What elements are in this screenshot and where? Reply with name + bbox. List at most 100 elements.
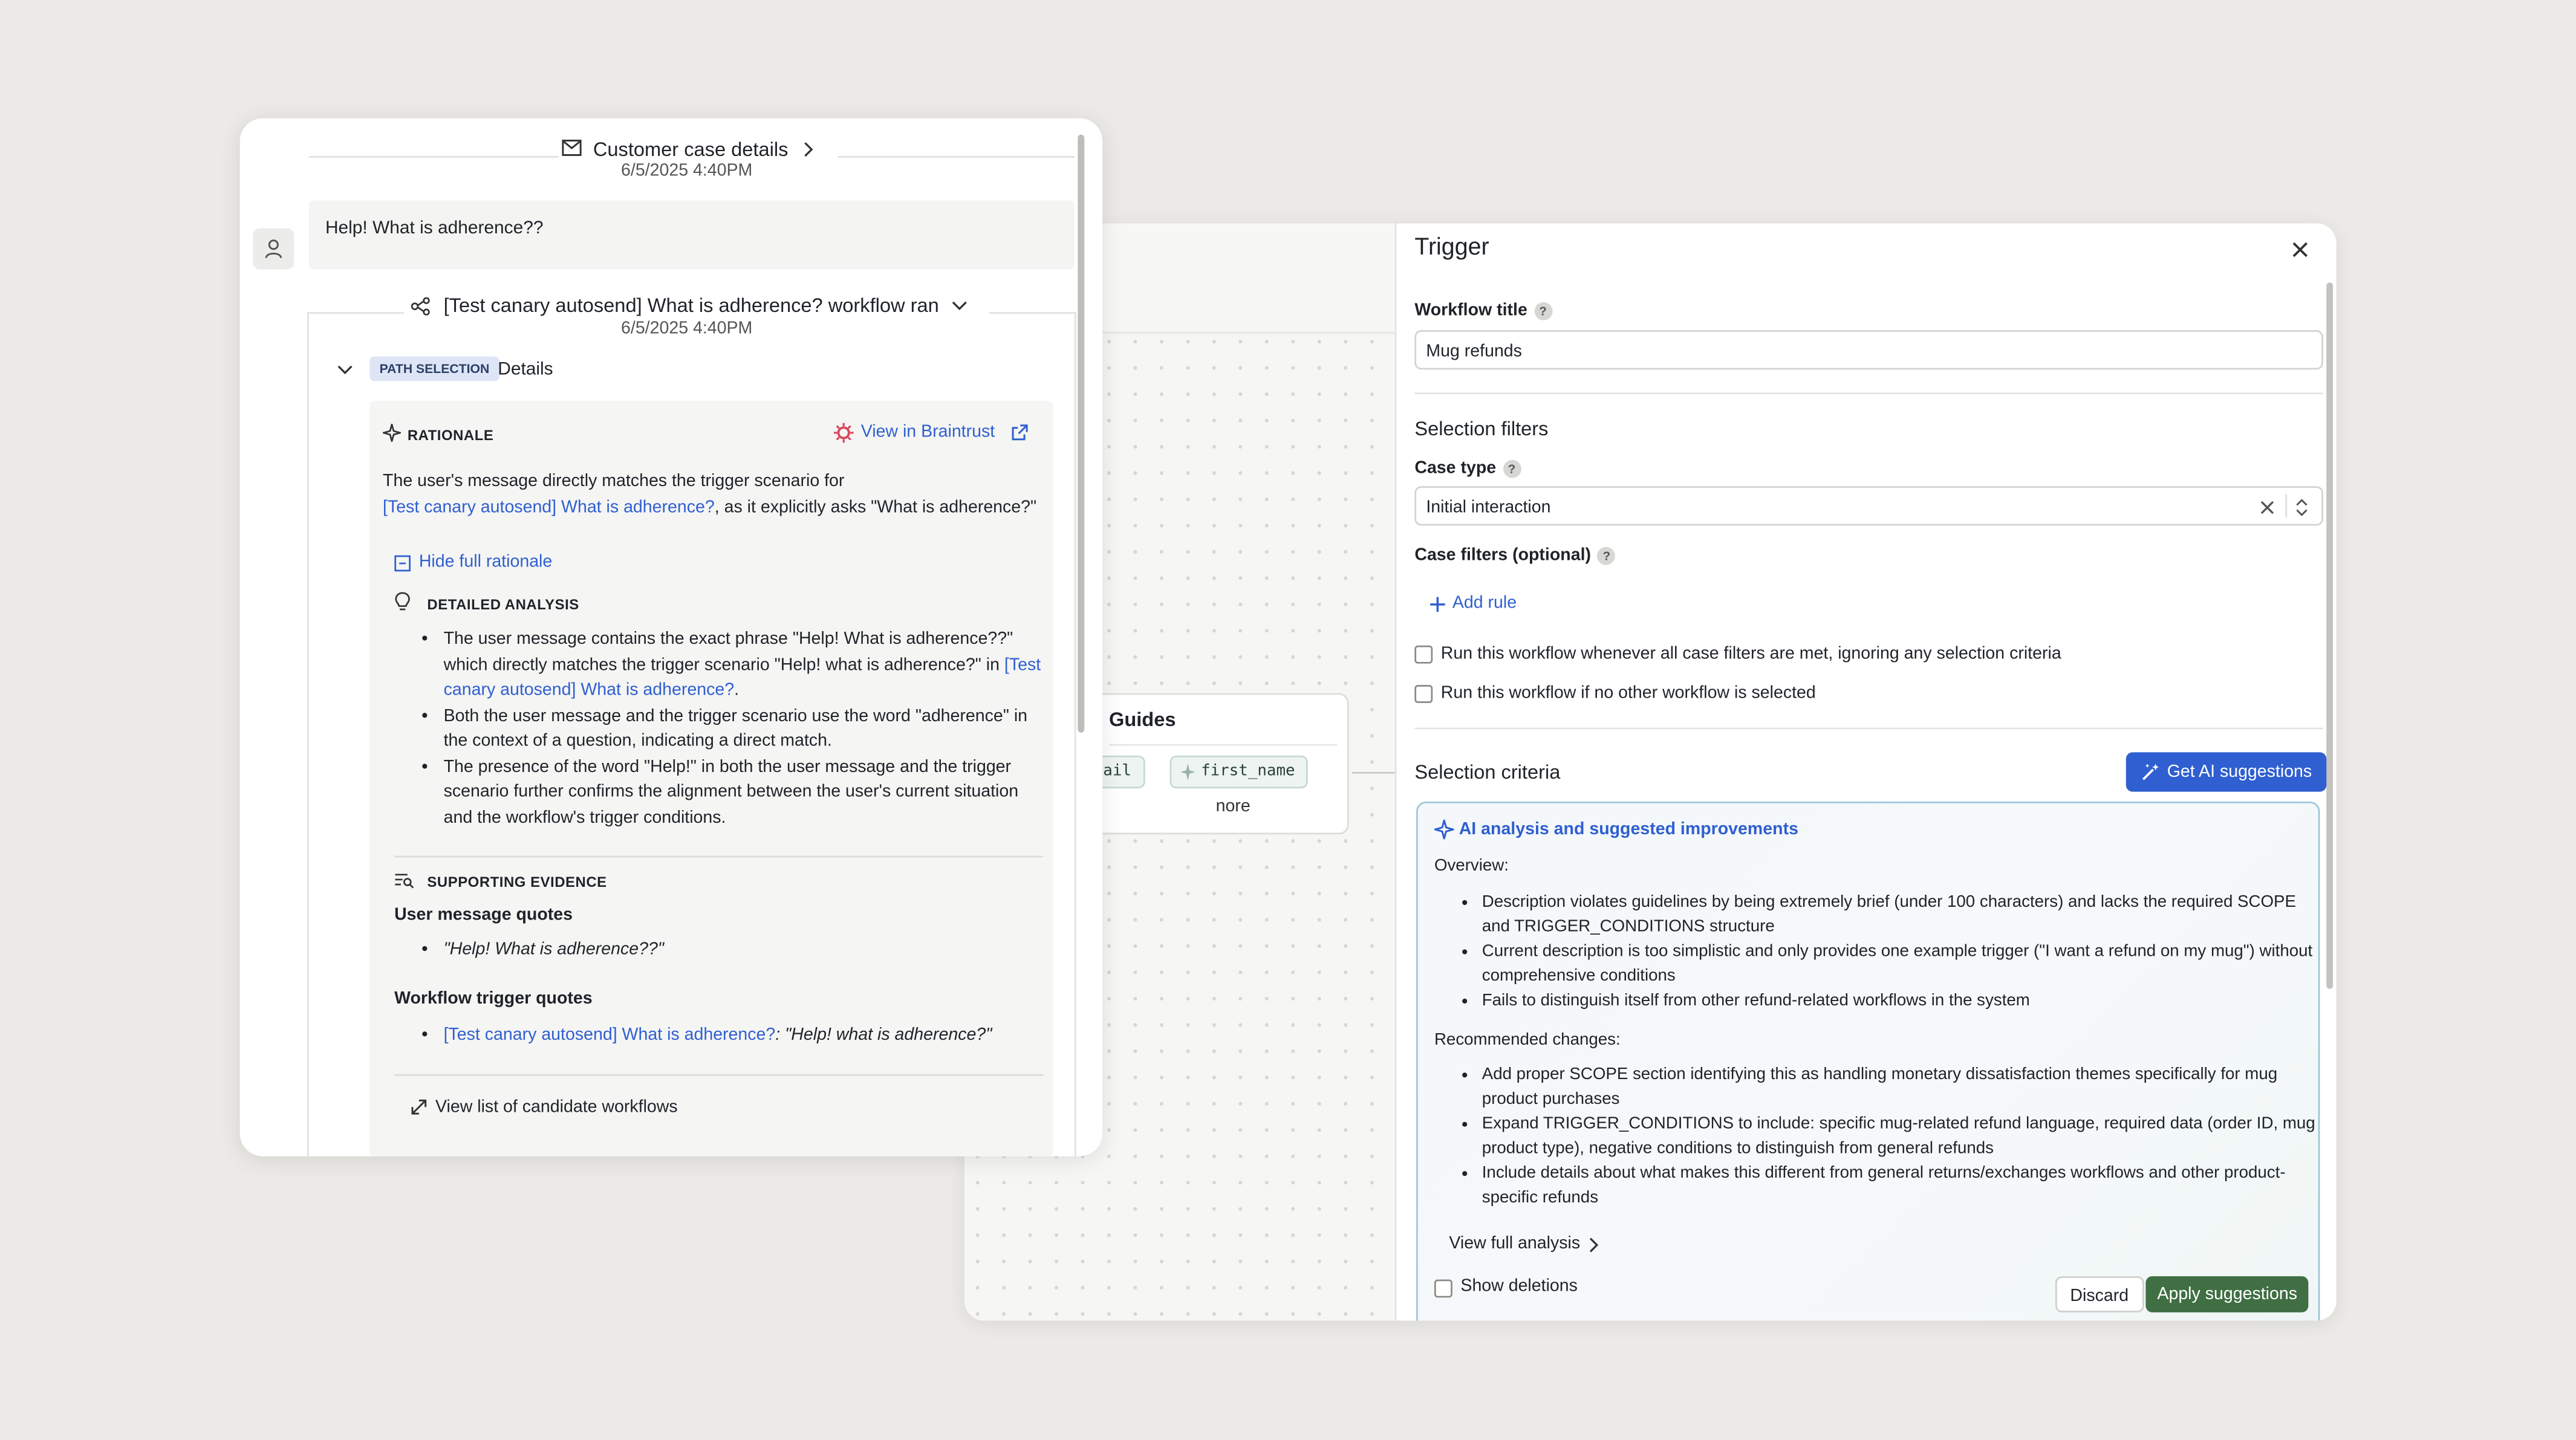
recommended-label: Recommended changes: bbox=[1434, 1031, 1621, 1050]
external-link-icon bbox=[1010, 424, 1029, 442]
list-item: Expand TRIGGER_CONDITIONS to include: sp… bbox=[1482, 1112, 2323, 1161]
rationale-text: The user's message directly matches the … bbox=[383, 468, 1043, 521]
add-rule-label: Add rule bbox=[1452, 592, 1517, 613]
rationale-text-2: , as it explicitly asks "What is adheren… bbox=[714, 498, 1037, 517]
rationale-text-1: The user's message directly matches the … bbox=[383, 471, 845, 491]
case-header-link[interactable]: Customer case details bbox=[558, 138, 838, 164]
selection-filters-heading: Selection filters bbox=[1414, 417, 1549, 441]
workflow-quotes-list: [Test canary autosend] What is adherence… bbox=[417, 1023, 1052, 1049]
hide-rationale-link[interactable]: Hide full rationale bbox=[419, 552, 552, 572]
checkbox-ignore-criteria[interactable] bbox=[1414, 645, 1433, 664]
help-icon[interactable]: ? bbox=[1502, 459, 1521, 478]
guides-more-link[interactable]: nore bbox=[1216, 797, 1251, 817]
list-item: Both the user message and the trigger sc… bbox=[444, 704, 1052, 754]
rationale-workflow-link[interactable]: [Test canary autosend] What is adherence… bbox=[383, 498, 715, 517]
user-icon bbox=[264, 238, 282, 259]
recommended-list: Add proper SCOPE section identifying thi… bbox=[1452, 1063, 2323, 1211]
sparkle-icon bbox=[1434, 819, 1454, 840]
magic-wand-icon bbox=[2141, 762, 2161, 782]
divider bbox=[1414, 727, 2323, 730]
list-item: The presence of the word "Help!" in both… bbox=[444, 754, 1052, 831]
rationale-heading: RATIONALE bbox=[407, 427, 494, 444]
workflow-title-input[interactable]: Mug refunds bbox=[1414, 330, 2323, 370]
divider bbox=[394, 855, 1044, 858]
select-arrows-icon[interactable] bbox=[2295, 498, 2309, 517]
expand-icon bbox=[411, 1099, 427, 1115]
clear-icon[interactable] bbox=[2259, 499, 2275, 516]
variable-chip-label: first_name bbox=[1201, 762, 1295, 780]
checkbox-ignore-criteria-label: Run this workflow whenever all case filt… bbox=[1440, 644, 2061, 664]
avatar bbox=[253, 228, 294, 270]
case-scrollbar[interactable] bbox=[1078, 134, 1085, 733]
select-separator bbox=[2285, 494, 2288, 517]
view-full-analysis-label: View full analysis bbox=[1449, 1233, 1581, 1254]
help-icon[interactable]: ? bbox=[1597, 546, 1616, 565]
workflow-run-header[interactable]: [Test canary autosend] What is adherence… bbox=[404, 294, 989, 320]
rationale-panel: RATIONALE View in Braintrust The user's … bbox=[369, 400, 1053, 1156]
list-item: Fails to distinguish itself from other r… bbox=[1482, 989, 2323, 1014]
user-quotes-heading: User message quotes bbox=[394, 905, 573, 925]
panel-scrollbar[interactable] bbox=[2326, 282, 2334, 989]
checkbox-fallback[interactable] bbox=[1414, 684, 1433, 703]
add-rule-button[interactable]: Add rule bbox=[1429, 592, 1517, 613]
list-item: [Test canary autosend] What is adherence… bbox=[444, 1023, 1052, 1049]
view-full-analysis-link[interactable]: View full analysis bbox=[1449, 1233, 1599, 1254]
checkbox-fallback-label: Run this workflow if no other workflow i… bbox=[1440, 683, 1816, 703]
view-candidate-workflows-link[interactable]: View list of candidate workflows bbox=[435, 1097, 678, 1117]
get-ai-suggestions-button[interactable]: Get AI suggestions bbox=[2126, 752, 2327, 792]
close-icon[interactable] bbox=[2289, 238, 2312, 261]
variable-chip-first-name[interactable]: first_name bbox=[1169, 755, 1309, 789]
sparkle-icon bbox=[383, 423, 401, 442]
trigger-panel: Trigger Workflow title? Mug refunds Sele… bbox=[1394, 223, 2337, 1321]
guides-node-title: Guides bbox=[1108, 708, 1176, 731]
view-in-braintrust-link[interactable]: View in Braintrust bbox=[833, 422, 1030, 445]
case-filters-label: Case filters (optional)? bbox=[1414, 545, 1616, 565]
chevron-down-icon[interactable] bbox=[337, 363, 353, 376]
list-item: Include details about what makes this di… bbox=[1482, 1161, 2323, 1211]
braintrust-link-label: View in Braintrust bbox=[860, 422, 995, 442]
stage: Guides email first_name nore Trigger Wor… bbox=[0, 0, 2576, 1432]
workflow-title-label: Workflow title? bbox=[1414, 300, 1552, 320]
ai-analysis-title: AI analysis and suggested improvements bbox=[1459, 819, 1798, 840]
path-selection-badge: PATH SELECTION bbox=[369, 356, 499, 381]
discard-button[interactable]: Discard bbox=[2055, 1276, 2144, 1312]
guides-node[interactable]: Guides email first_name nore bbox=[1071, 693, 1349, 835]
case-type-value: Initial interaction bbox=[1426, 498, 1551, 517]
braintrust-logo-icon bbox=[833, 422, 854, 443]
list-item: Description violates guidelines by being… bbox=[1482, 890, 2323, 940]
lightbulb-icon bbox=[394, 591, 411, 612]
case-type-select[interactable]: Initial interaction bbox=[1414, 486, 2323, 526]
workflow-icon bbox=[411, 297, 431, 316]
list-item: "Help! What is adherence??" bbox=[444, 938, 1052, 963]
user-message-bubble: Help! What is adherence?? bbox=[308, 200, 1075, 270]
workflow-quotes-heading: Workflow trigger quotes bbox=[394, 988, 593, 1009]
guides-node-divider bbox=[1108, 744, 1338, 746]
detailed-analysis-heading: DETAILED ANALYSIS bbox=[427, 596, 579, 613]
list-item: The user message contains the exact phra… bbox=[444, 628, 1052, 704]
apply-suggestions-button[interactable]: Apply suggestions bbox=[2145, 1276, 2309, 1312]
chevron-down-icon bbox=[951, 299, 968, 312]
sparkle-icon bbox=[1180, 757, 1196, 787]
analysis-list: The user message contains the exact phra… bbox=[417, 628, 1052, 831]
user-quotes-list: "Help! What is adherence??" bbox=[417, 938, 1052, 963]
list-item: Add proper SCOPE section identifying thi… bbox=[1482, 1063, 2323, 1112]
user-message-text: Help! What is adherence?? bbox=[325, 218, 544, 238]
workflow-run-title: [Test canary autosend] What is adherence… bbox=[443, 294, 939, 317]
case-header-title: Customer case details bbox=[593, 138, 789, 161]
show-deletions-checkbox[interactable] bbox=[1434, 1279, 1452, 1298]
workflow-run-date: 6/5/2025 4:40PM bbox=[621, 319, 753, 339]
mail-icon bbox=[562, 140, 582, 156]
selection-criteria-heading: Selection criteria bbox=[1414, 760, 1561, 784]
divider bbox=[1414, 392, 2323, 395]
quote-workflow-link[interactable]: [Test canary autosend] What is adherence… bbox=[444, 1025, 776, 1045]
help-icon[interactable]: ? bbox=[1534, 302, 1552, 320]
customer-case-window: Customer case details 6/5/2025 4:40PM He… bbox=[239, 118, 1103, 1156]
details-label: Details bbox=[498, 360, 553, 380]
overview-label: Overview: bbox=[1434, 857, 1509, 876]
supporting-evidence-heading: SUPPORTING EVIDENCE bbox=[427, 874, 607, 890]
chevron-right-icon bbox=[802, 141, 815, 158]
case-type-label: Case type? bbox=[1414, 458, 1521, 478]
overview-list: Description violates guidelines by being… bbox=[1452, 890, 2323, 1014]
case-header-date: 6/5/2025 4:40PM bbox=[621, 161, 753, 181]
chevron-right-icon bbox=[1587, 1237, 1601, 1253]
